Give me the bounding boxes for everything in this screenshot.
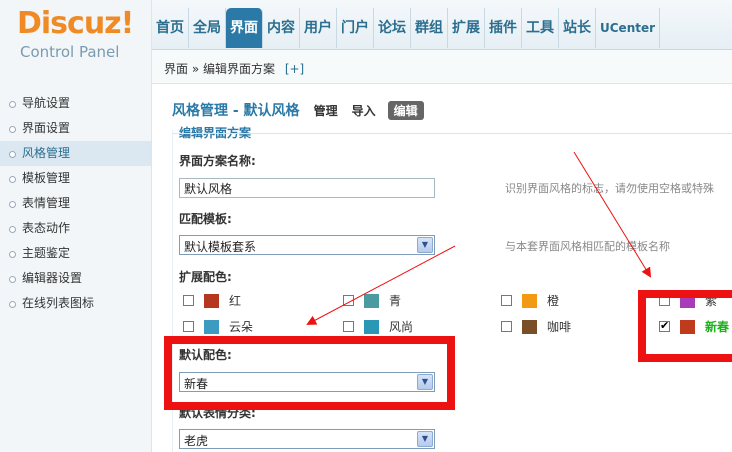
- annotation-box-spring-option: [638, 290, 732, 362]
- template-hint: 与本套界面风格相匹配的模板名称: [505, 240, 670, 253]
- color-swatch: [204, 319, 219, 334]
- page-title: 风格管理 - 默认风格: [172, 103, 300, 119]
- add-shortcut-button[interactable]: [+]: [285, 62, 304, 76]
- color-option-orange[interactable]: 橙: [501, 292, 559, 309]
- color-label: 咖啡: [547, 320, 572, 334]
- divider: [173, 133, 732, 134]
- sub-bar: 界面 » 编辑界面方案 [+]: [152, 50, 732, 84]
- breadcrumb-text: 界面 » 编辑界面方案: [164, 62, 275, 76]
- logo-subtitle: Control Panel: [20, 43, 120, 61]
- color-option-coffee[interactable]: 咖啡: [501, 318, 571, 335]
- logo-text: Discuz!: [17, 6, 134, 41]
- color-label: 云朵: [229, 320, 254, 334]
- checkbox[interactable]: [183, 321, 194, 332]
- default-smiley-value: 老虎: [184, 434, 209, 448]
- nav-plugins[interactable]: 插件: [485, 8, 522, 48]
- title-row: 风格管理 - 默认风格 管理 导入 编辑: [172, 100, 424, 120]
- scheme-name-hint: 识别界面风格的标志，请勿使用空格或特殊: [505, 182, 714, 195]
- color-swatch: [364, 319, 379, 334]
- breadcrumb: 界面 » 编辑界面方案 [+]: [164, 60, 304, 77]
- color-label: 青: [389, 294, 402, 308]
- checkbox[interactable]: [343, 321, 354, 332]
- color-swatch: [522, 319, 537, 334]
- tab-import[interactable]: 导入: [352, 102, 376, 119]
- color-label: 风尚: [389, 320, 414, 334]
- color-option-fashion[interactable]: 风尚: [343, 318, 413, 335]
- sidebar-item-click-actions[interactable]: 表态动作: [0, 216, 151, 241]
- sidebar-item-thread-stamps[interactable]: 主题鉴定: [0, 241, 151, 266]
- nav-users[interactable]: 用户: [300, 8, 337, 48]
- checkbox[interactable]: [501, 321, 512, 332]
- nav-home[interactable]: 首页: [152, 8, 189, 48]
- chevron-down-icon[interactable]: ▼: [417, 237, 433, 253]
- scheme-name-label: 界面方案名称:: [179, 154, 256, 168]
- sidebar-item-smiley-manage[interactable]: 表情管理: [0, 191, 151, 216]
- color-option-red[interactable]: 红: [183, 292, 241, 309]
- nav-groups[interactable]: 群组: [411, 8, 448, 48]
- sidebar-item-editor-settings[interactable]: 编辑器设置: [0, 266, 151, 291]
- color-label: 红: [229, 294, 242, 308]
- logo[interactable]: Discuz! Control Panel: [0, 0, 152, 84]
- ext-color-label: 扩展配色:: [179, 270, 232, 284]
- color-option-cyan[interactable]: 青: [343, 292, 401, 309]
- template-label: 匹配模板:: [179, 212, 232, 226]
- sidebar: 导航设置 界面设置 风格管理 模板管理 表情管理 表态动作 主题鉴定 编辑器设置…: [0, 84, 152, 452]
- color-option-cloud[interactable]: 云朵: [183, 318, 253, 335]
- color-label: 橙: [547, 294, 560, 308]
- tab-manage[interactable]: 管理: [314, 102, 338, 119]
- nav-global[interactable]: 全局: [189, 8, 226, 48]
- nav-forum[interactable]: 论坛: [374, 8, 411, 48]
- nav-interface[interactable]: 界面: [226, 8, 263, 48]
- template-select[interactable]: 默认模板套系 ▼: [179, 235, 435, 255]
- annotation-box-default-color: [164, 336, 455, 410]
- color-swatch: [364, 293, 379, 308]
- color-swatch: [522, 293, 537, 308]
- sidebar-item-nav-settings[interactable]: 导航设置: [0, 91, 151, 116]
- tab-edit[interactable]: 编辑: [387, 100, 424, 120]
- color-swatch: [204, 293, 219, 308]
- nav-webmaster[interactable]: 站长: [559, 8, 596, 48]
- nav-portal[interactable]: 门户: [337, 8, 374, 48]
- checkbox[interactable]: [343, 295, 354, 306]
- scheme-name-input[interactable]: [179, 178, 435, 198]
- sidebar-item-interface-settings[interactable]: 界面设置: [0, 116, 151, 141]
- top-nav: 首页 全局 界面 内容 用户 门户 论坛 群组 扩展 插件 工具 站长 UCen…: [152, 8, 661, 48]
- nav-tools[interactable]: 工具: [522, 8, 559, 48]
- nav-ucenter[interactable]: UCenter: [596, 8, 661, 48]
- default-smiley-select[interactable]: 老虎 ▼: [179, 429, 435, 449]
- checkbox[interactable]: [183, 295, 194, 306]
- sidebar-item-style-manage[interactable]: 风格管理: [0, 141, 151, 166]
- chevron-down-icon[interactable]: ▼: [417, 431, 433, 447]
- sidebar-item-template-manage[interactable]: 模板管理: [0, 166, 151, 191]
- nav-content[interactable]: 内容: [263, 8, 300, 48]
- checkbox[interactable]: [501, 295, 512, 306]
- nav-extend[interactable]: 扩展: [448, 8, 485, 48]
- sidebar-item-online-icons[interactable]: 在线列表图标: [0, 291, 151, 316]
- template-select-value: 默认模板套系: [184, 240, 257, 254]
